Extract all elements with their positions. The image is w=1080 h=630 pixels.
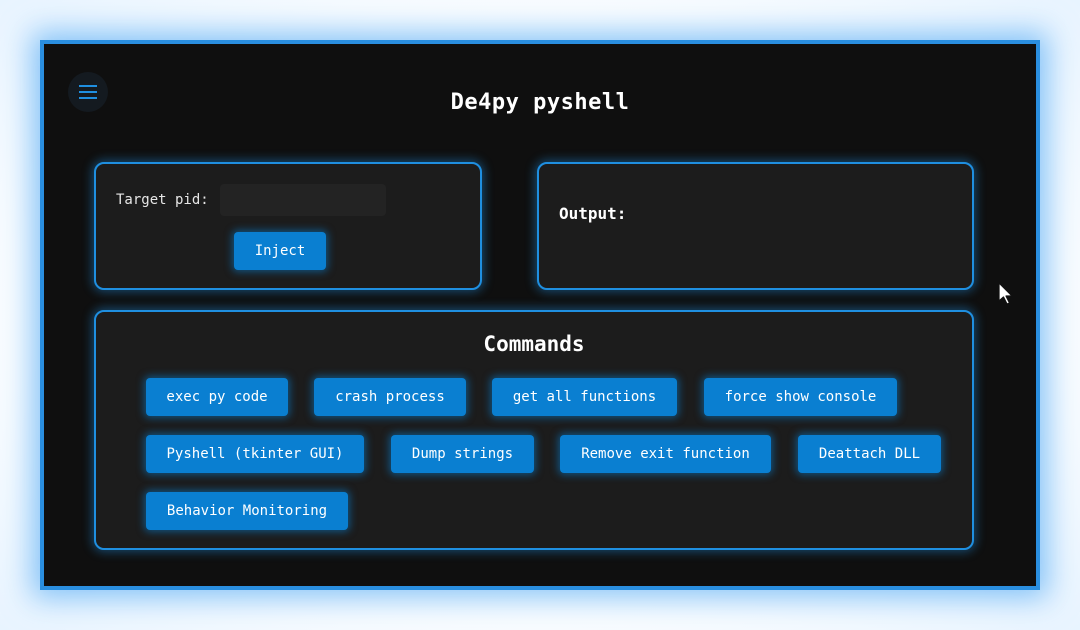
crash-process-button[interactable]: crash process <box>314 378 466 416</box>
pyshell-tkinter-gui-button[interactable]: Pyshell (tkinter GUI) <box>146 435 364 473</box>
behavior-monitoring-button[interactable]: Behavior Monitoring <box>146 492 348 530</box>
target-pid-label: Target pid: <box>116 192 209 208</box>
get-all-functions-button[interactable]: get all functions <box>492 378 677 416</box>
target-pid-input[interactable] <box>220 184 386 216</box>
exec-py-code-button[interactable]: exec py code <box>146 378 288 416</box>
commands-panel: Commands exec py code crash process get … <box>94 310 974 550</box>
remove-exit-function-button[interactable]: Remove exit function <box>560 435 771 473</box>
output-panel: Output: <box>537 162 974 290</box>
commands-title: Commands <box>483 332 585 356</box>
app-window: De4py pyshell Target pid: Inject Output:… <box>40 40 1040 590</box>
dump-strings-button[interactable]: Dump strings <box>391 435 534 473</box>
force-show-console-button[interactable]: force show console <box>704 378 897 416</box>
deattach-dll-button[interactable]: Deattach DLL <box>798 435 941 473</box>
inject-panel: Target pid: Inject <box>94 162 482 290</box>
output-label: Output: <box>559 204 627 223</box>
page-title: De4py pyshell <box>450 90 630 115</box>
mouse-cursor-icon <box>998 282 1014 310</box>
inject-button[interactable]: Inject <box>234 232 326 270</box>
